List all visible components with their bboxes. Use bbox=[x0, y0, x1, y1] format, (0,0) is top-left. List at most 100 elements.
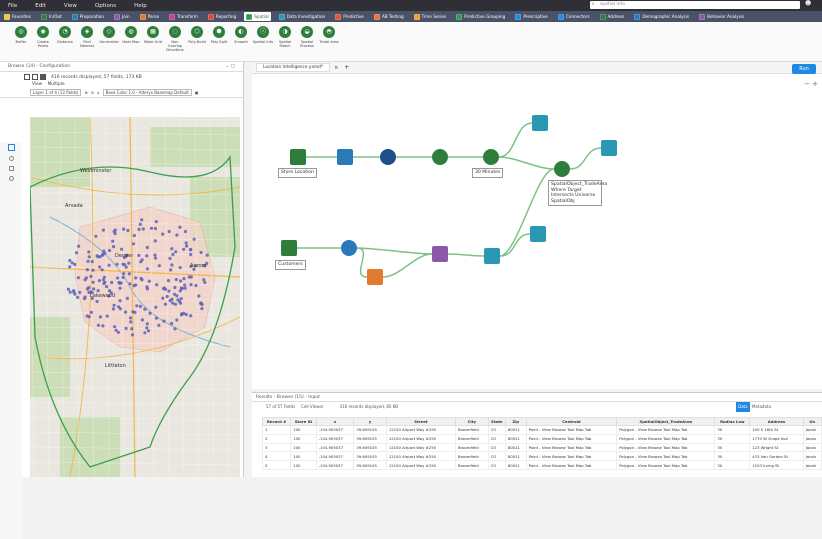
tool-non-overlap-drivetime[interactable]: ◌ Non Overlap Drivetime bbox=[164, 26, 186, 61]
table-cell[interactable]: Polygon - View Browse Tool Map Tab bbox=[616, 451, 716, 462]
table-cell[interactable]: Polygon - View Browse Tool Map Tab bbox=[616, 460, 716, 470]
layer-select[interactable]: Layer 1 of 4 (13 fields) bbox=[30, 89, 82, 96]
panel-pin-icon[interactable]: ⌄ ▢ bbox=[226, 64, 235, 69]
category-tab-predictive-grouping[interactable]: Predictive Grouping bbox=[454, 12, 507, 21]
map-view-icon[interactable] bbox=[40, 74, 46, 80]
category-tab-behavior-analysis[interactable]: Behavior Analysis bbox=[697, 12, 746, 21]
add-tab-icon[interactable]: + bbox=[344, 64, 349, 71]
table-cell[interactable]: Broomfield bbox=[455, 442, 489, 453]
formula-tool[interactable] bbox=[341, 240, 357, 256]
category-tab-predictive[interactable]: Predictive bbox=[333, 12, 366, 21]
table-cell[interactable]: CO bbox=[487, 460, 506, 470]
spatial-process-tool[interactable] bbox=[484, 248, 500, 264]
table-cell[interactable]: Point - View Browse Tool Map Tab bbox=[525, 442, 618, 453]
trade-area-tool[interactable] bbox=[483, 149, 499, 165]
cell-viewer-select[interactable]: Cell Viewer bbox=[301, 402, 323, 412]
table-cell[interactable]: 1 bbox=[261, 425, 292, 435]
category-tab-data-investigation[interactable]: Data Investigation bbox=[277, 12, 328, 21]
category-tab-transform[interactable]: Transform bbox=[167, 12, 200, 21]
table-cell[interactable]: Broomfield bbox=[455, 425, 489, 435]
column-header[interactable]: x bbox=[315, 417, 355, 426]
table-cell[interactable]: 1770 W Grape Ave bbox=[749, 433, 804, 444]
table-cell[interactable]: 12100 Airport Way #250 bbox=[385, 460, 457, 470]
table-cell[interactable]: 3 bbox=[261, 442, 292, 453]
table-cell[interactable]: CO bbox=[487, 425, 506, 435]
table-cell[interactable]: 12100 Airport Way #250 bbox=[385, 433, 457, 444]
table-cell[interactable]: Broomfield bbox=[455, 460, 489, 470]
table-cell[interactable]: 30 bbox=[714, 433, 751, 444]
table-cell[interactable]: Point - View Browse Tool Map Tab bbox=[525, 433, 618, 444]
table-row[interactable]: 5 100 -104.905037 39.609105 12100 Airport Wa… bbox=[261, 460, 822, 470]
fields-select[interactable]: 57 of 57 Fields bbox=[266, 402, 295, 412]
workflow-connector[interactable] bbox=[499, 233, 531, 257]
category-tab-preparation[interactable]: Preparation bbox=[70, 12, 106, 21]
table-cell[interactable]: -104.905037 bbox=[315, 442, 355, 453]
basemap-select[interactable]: Base Color 1.0 - Alteryx Basemap Default bbox=[102, 89, 192, 96]
table-cell[interactable]: CO bbox=[487, 451, 506, 462]
menu-options[interactable]: Options bbox=[95, 3, 116, 9]
tool-heat-map[interactable]: ◍ Heat Map bbox=[120, 26, 142, 61]
column-header[interactable]: Zip bbox=[504, 417, 527, 426]
table-cell[interactable]: 12100 Airport Way #250 bbox=[385, 425, 457, 435]
table-row[interactable]: 4 100 -104.905037 39.609105 12100 Airport Wa… bbox=[261, 451, 822, 462]
column-header[interactable]: Address bbox=[749, 417, 804, 426]
menu-view[interactable]: View bbox=[64, 3, 77, 9]
metadata-button[interactable]: Metadata bbox=[752, 402, 771, 412]
category-tab-connectors[interactable]: Connectors bbox=[556, 12, 592, 21]
category-tab-reporting[interactable]: Reporting bbox=[206, 12, 238, 21]
geocode-tool[interactable] bbox=[380, 149, 396, 165]
table-cell[interactable]: 100 bbox=[290, 460, 317, 470]
table-cell[interactable]: 12100 Airport Way #250 bbox=[385, 442, 457, 453]
table-cell[interactable]: 100 bbox=[290, 425, 317, 435]
column-header[interactable]: City bbox=[455, 417, 489, 426]
table-cell[interactable]: 1203 Irving St bbox=[749, 460, 804, 470]
tool-trade-area[interactable]: ◓ Trade Area bbox=[318, 26, 340, 61]
table-cell[interactable]: 100 bbox=[290, 451, 317, 462]
data-button[interactable]: Data bbox=[736, 402, 750, 412]
table-cell[interactable]: Point - View Browse Tool Map Tab bbox=[525, 425, 618, 435]
table-cell[interactable]: 39.609105 bbox=[353, 460, 387, 470]
workflow-connector[interactable] bbox=[498, 156, 555, 170]
table-cell[interactable]: Point - View Browse Tool Map Tab bbox=[525, 451, 618, 462]
menu-help[interactable]: Help bbox=[134, 3, 147, 9]
browse-tool-customers[interactable] bbox=[530, 226, 546, 242]
workflow-tab[interactable]: Location Intelligence.yxmd* bbox=[256, 63, 331, 72]
zoom-out-icon[interactable]: ⊖ bbox=[91, 90, 94, 95]
table-cell[interactable]: 12100 Airport Way #250 bbox=[385, 451, 457, 462]
table-cell[interactable]: 100 S 16th St bbox=[749, 425, 804, 435]
table-cell[interactable]: Broomfield bbox=[455, 451, 489, 462]
column-header[interactable]: Radius Low bbox=[714, 417, 751, 426]
table-cell[interactable]: 30 bbox=[714, 451, 751, 462]
tool-make-grid[interactable]: ▦ Make Grid bbox=[142, 26, 164, 61]
tool-generalize[interactable]: ◇ Generalize bbox=[98, 26, 120, 61]
table-icon[interactable] bbox=[8, 144, 15, 151]
map-view[interactable]: Arvada Lakewood Denver Aurora Westminster Lit… bbox=[30, 117, 240, 477]
category-tab-favorites[interactable]: Favorites bbox=[2, 12, 33, 21]
table-cell[interactable]: Point - View Browse Tool Map Tab bbox=[525, 460, 618, 470]
home-icon[interactable]: ⌂ bbox=[97, 90, 100, 95]
workflow-connector[interactable] bbox=[499, 168, 555, 257]
table-cell[interactable]: 80021 bbox=[504, 460, 527, 470]
table-cell[interactable]: 30 bbox=[714, 460, 751, 470]
table-cell[interactable]: Jacob bbox=[802, 451, 822, 462]
tool-buffer[interactable]: ◎ Buffer bbox=[10, 26, 32, 61]
table-cell[interactable]: CO bbox=[487, 442, 506, 453]
table-cell[interactable]: 39.609105 bbox=[353, 425, 387, 435]
input-tool[interactable] bbox=[290, 149, 306, 165]
tool-find-nearest[interactable]: ◈ Find Nearest bbox=[76, 26, 98, 61]
table-cell[interactable]: CO bbox=[487, 433, 506, 444]
tool-spatial-info[interactable]: ⓘ Spatial Info bbox=[252, 26, 274, 61]
menu-edit[interactable]: Edit bbox=[35, 3, 46, 9]
category-tab-time-series[interactable]: Time Series bbox=[412, 12, 448, 21]
table-view-icon[interactable] bbox=[24, 74, 30, 80]
category-tab-demographic-analysis[interactable]: Demographic Analysis bbox=[632, 12, 691, 21]
join-tool[interactable] bbox=[432, 246, 448, 262]
close-tab-icon[interactable]: × bbox=[334, 65, 338, 71]
summarize-tool[interactable] bbox=[367, 269, 383, 285]
tool-smooth[interactable]: ◐ Smooth bbox=[230, 26, 252, 61]
table-cell[interactable]: 80021 bbox=[504, 433, 527, 444]
category-tab-spatial[interactable]: Spatial bbox=[244, 12, 271, 21]
table-cell[interactable]: 39.609105 bbox=[353, 433, 387, 444]
column-header[interactable]: Store ID bbox=[290, 417, 317, 426]
column-header[interactable]: Centroid bbox=[525, 417, 618, 426]
